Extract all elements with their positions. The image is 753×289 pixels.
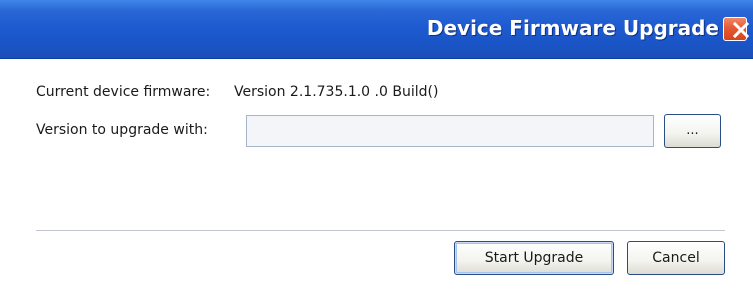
current-firmware-label: Current device firmware: [36,84,211,100]
window-title: Device Firmware Upgrade [426,16,719,40]
start-upgrade-button[interactable]: Start Upgrade [454,241,614,275]
cancel-button[interactable]: Cancel [627,241,725,275]
current-firmware-value: Version 2.1.735.1.0 .0 Build() [234,84,439,100]
upgrade-version-label: Version to upgrade with: [36,122,208,138]
close-button[interactable] [723,17,750,41]
divider [36,230,725,232]
firmware-upgrade-dialog: Device Firmware Upgrade Current device f… [0,0,753,289]
browse-button[interactable]: ... [664,114,721,148]
firmware-file-input[interactable] [246,115,654,147]
close-icon [732,21,750,39]
title-bar[interactable]: Device Firmware Upgrade [0,0,753,59]
